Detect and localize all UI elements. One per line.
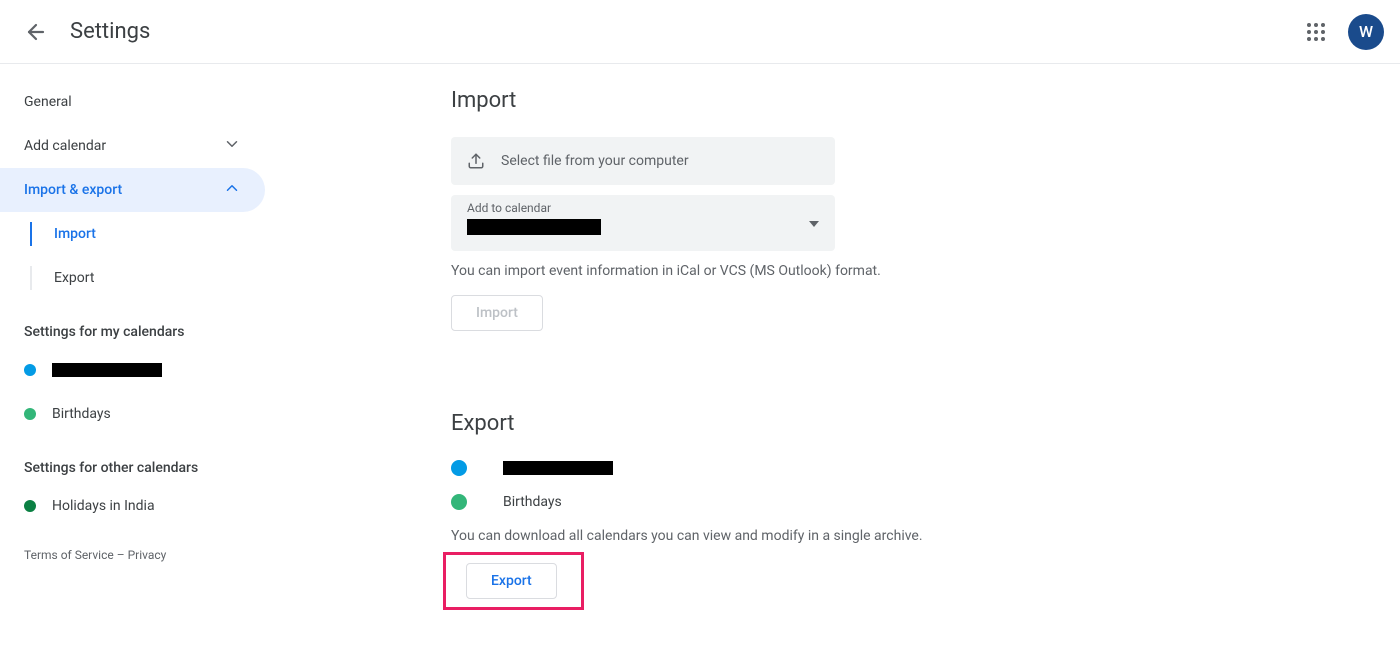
upload-icon	[467, 152, 485, 170]
export-highlight-annotation: Export	[443, 552, 584, 610]
export-calendar-label: Birthdays	[503, 494, 562, 510]
calendar-item-primary[interactable]	[0, 348, 265, 392]
main: Import Select file from your computer Ad…	[265, 64, 1400, 634]
import-help-text: You can import event information in iCal…	[451, 263, 1400, 279]
add-to-calendar-dropdown[interactable]: Add to calendar	[451, 195, 835, 251]
sidebar-item-label: General	[24, 94, 72, 110]
sidebar-item-label: Add calendar	[24, 138, 106, 154]
sidebar-subitem-label: Import	[54, 226, 96, 242]
chevron-up-icon	[223, 179, 241, 201]
sidebar-subitem-export[interactable]: Export	[0, 256, 265, 300]
page-title: Settings	[70, 19, 150, 44]
select-file-label: Select file from your computer	[501, 153, 689, 169]
redacted-calendar-name	[52, 363, 162, 377]
calendar-color-dot	[24, 408, 36, 420]
privacy-link[interactable]: Privacy	[128, 548, 167, 562]
footer-separator: –	[114, 548, 128, 562]
apps-grid-icon	[1307, 23, 1325, 41]
sidebar-item-general[interactable]: General	[0, 80, 265, 124]
export-calendar-row-primary	[451, 460, 1400, 476]
dropdown-label: Add to calendar	[467, 201, 551, 215]
apps-launcher-button[interactable]	[1296, 12, 1336, 52]
back-button[interactable]	[16, 12, 56, 52]
redacted-calendar-value	[467, 219, 601, 235]
sidebar-heading-other-calendars: Settings for other calendars	[0, 436, 265, 484]
dropdown-value	[467, 219, 601, 239]
calendar-item-label: Birthdays	[52, 406, 111, 422]
sidebar-heading-my-calendars: Settings for my calendars	[0, 300, 265, 348]
calendar-item-birthdays[interactable]: Birthdays	[0, 392, 265, 436]
header: Settings W	[0, 0, 1400, 64]
sidebar-subitem-label: Export	[54, 270, 94, 286]
sidebar-item-add-calendar[interactable]: Add calendar	[0, 124, 265, 168]
calendar-color-dot	[451, 494, 467, 510]
redacted-calendar-name	[503, 461, 613, 475]
sidebar-item-import-export[interactable]: Import & export	[0, 168, 265, 212]
calendar-color-dot	[24, 364, 36, 376]
calendar-item-label: Holidays in India	[52, 498, 155, 514]
sidebar: General Add calendar Import & export Imp…	[0, 64, 265, 634]
terms-link[interactable]: Terms of Service	[24, 548, 114, 562]
footer-links: Terms of Service – Privacy	[0, 528, 265, 582]
calendar-color-dot	[451, 460, 467, 476]
export-section: Export Birthdays You can download all ca…	[451, 411, 1400, 610]
export-button[interactable]: Export	[466, 563, 557, 599]
dropdown-arrow-icon	[809, 215, 819, 231]
avatar[interactable]: W	[1348, 14, 1384, 50]
select-file-button[interactable]: Select file from your computer	[451, 137, 835, 185]
content: General Add calendar Import & export Imp…	[0, 64, 1400, 634]
export-calendar-row-birthdays: Birthdays	[451, 494, 1400, 510]
sidebar-subitem-import[interactable]: Import	[0, 212, 265, 256]
header-right: W	[1296, 12, 1384, 52]
import-heading: Import	[451, 88, 1400, 113]
chevron-down-icon	[223, 135, 241, 157]
import-section: Import Select file from your computer Ad…	[451, 88, 1400, 331]
calendar-color-dot	[24, 500, 36, 512]
arrow-left-icon	[24, 20, 48, 44]
import-button[interactable]: Import	[451, 295, 543, 331]
calendar-item-holidays[interactable]: Holidays in India	[0, 484, 265, 528]
export-help-text: You can download all calendars you can v…	[451, 528, 1400, 544]
export-heading: Export	[451, 411, 1400, 436]
sidebar-item-label: Import & export	[24, 182, 122, 198]
